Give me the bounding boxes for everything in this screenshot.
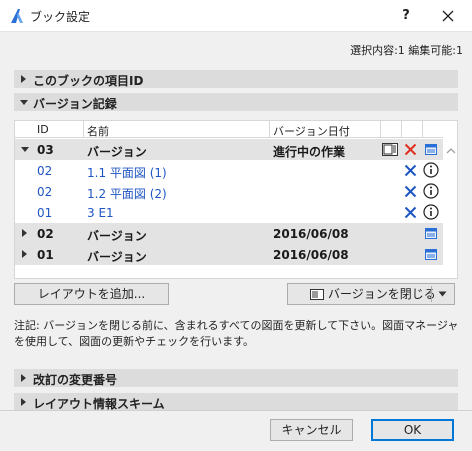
info-icon[interactable]	[423, 183, 439, 199]
collapse-arrow-icon[interactable]	[21, 146, 29, 153]
note-text: 注記: バージョンを閉じる前に、含まれるすべての図面を更新して下さい。図面マネー…	[14, 319, 459, 348]
info-icon[interactable]	[423, 204, 439, 220]
delete-icon[interactable]	[404, 143, 417, 156]
row-name: バージョン	[87, 229, 147, 243]
table-header: ID 名前 バージョン日付	[15, 121, 443, 138]
info-card-icon[interactable]	[425, 144, 437, 155]
row-id: 01	[37, 248, 54, 262]
ok-button[interactable]: OK	[371, 419, 454, 441]
table-row[interactable]: 02 バージョン 2016/06/08	[15, 223, 443, 244]
selection-info: 選択内容:1 編集可能:1	[350, 44, 463, 57]
row-date: 2016/06/08	[273, 248, 349, 262]
table-row[interactable]: 02 1.1 平面図 (1)	[15, 160, 443, 181]
row-id: 01	[37, 206, 53, 220]
column-header-id[interactable]: ID	[37, 123, 49, 136]
column-divider[interactable]	[380, 121, 381, 138]
expand-arrow-icon[interactable]	[20, 75, 27, 83]
close-revision-icon	[310, 289, 324, 300]
row-id: 03	[37, 143, 54, 157]
archicad-app-icon	[11, 9, 23, 23]
chevron-down-icon[interactable]	[438, 291, 447, 297]
row-date: 進行中の作業	[273, 145, 346, 159]
expand-arrow-icon[interactable]	[20, 398, 27, 406]
info-icon[interactable]	[423, 162, 439, 178]
table-row[interactable]: 01 バージョン 2016/06/08	[15, 244, 443, 265]
info-card-icon[interactable]	[425, 228, 437, 239]
column-divider[interactable]	[422, 121, 423, 138]
window-title: ブック設定	[30, 10, 91, 24]
column-divider[interactable]	[83, 121, 84, 138]
close-icon[interactable]	[438, 6, 458, 26]
row-date: 2016/06/08	[273, 227, 349, 241]
collapse-arrow-icon[interactable]	[20, 99, 28, 106]
delete-icon[interactable]	[404, 164, 417, 177]
section-revision-history[interactable]: バージョン記録	[14, 93, 458, 111]
layout-icon[interactable]	[382, 143, 398, 156]
title-bar: ブック設定 ?	[0, 0, 472, 32]
delete-icon[interactable]	[404, 206, 417, 219]
info-card-icon[interactable]	[425, 249, 437, 260]
table-row[interactable]: 01 3 E1	[15, 202, 443, 223]
row-name: 1.2 平面図 (2)	[87, 187, 167, 201]
section-label: 改訂の変更番号	[33, 373, 118, 387]
section-change-number[interactable]: 改訂の変更番号	[14, 369, 458, 387]
split-divider	[431, 286, 432, 302]
row-name: バージョン	[87, 250, 147, 264]
section-layout-scheme[interactable]: レイアウト情報スキーム	[14, 393, 458, 411]
expand-arrow-icon[interactable]	[20, 374, 27, 382]
footer-divider	[0, 410, 472, 411]
section-book-id[interactable]: このブックの項目ID	[14, 70, 458, 88]
help-button[interactable]: ?	[396, 6, 416, 26]
row-id: 02	[37, 164, 53, 178]
expand-arrow-icon[interactable]	[21, 250, 28, 258]
close-revision-label[interactable]: バージョンを閉じる	[328, 284, 436, 304]
scroll-up-arrow-icon[interactable]	[444, 145, 458, 157]
add-layout-button[interactable]: レイアウトを追加...	[14, 283, 169, 305]
column-divider[interactable]	[401, 121, 402, 138]
delete-icon[interactable]	[404, 185, 417, 198]
row-name: 3 E1	[87, 206, 114, 220]
row-id: 02	[37, 227, 54, 241]
column-header-date[interactable]: バージョン日付	[273, 123, 350, 139]
table-row[interactable]: 03 バージョン 進行中の作業	[15, 139, 443, 160]
cancel-button[interactable]: キャンセル	[270, 419, 353, 441]
column-divider[interactable]	[269, 121, 270, 138]
section-label: このブックの項目ID	[33, 74, 144, 88]
section-label: バージョン記録	[33, 97, 117, 111]
column-header-name[interactable]: 名前	[87, 123, 109, 139]
row-name: バージョン	[87, 145, 147, 159]
row-name: 1.1 平面図 (1)	[87, 166, 167, 180]
close-revision-split-button[interactable]: バージョンを閉じる	[287, 283, 455, 305]
revision-table: ID 名前 バージョン日付 03 バージョン 進行中の作業 02 1.1 平面図…	[14, 120, 458, 279]
table-row[interactable]: 02 1.2 平面図 (2)	[15, 181, 443, 202]
expand-arrow-icon[interactable]	[21, 229, 28, 237]
row-id: 02	[37, 185, 53, 199]
